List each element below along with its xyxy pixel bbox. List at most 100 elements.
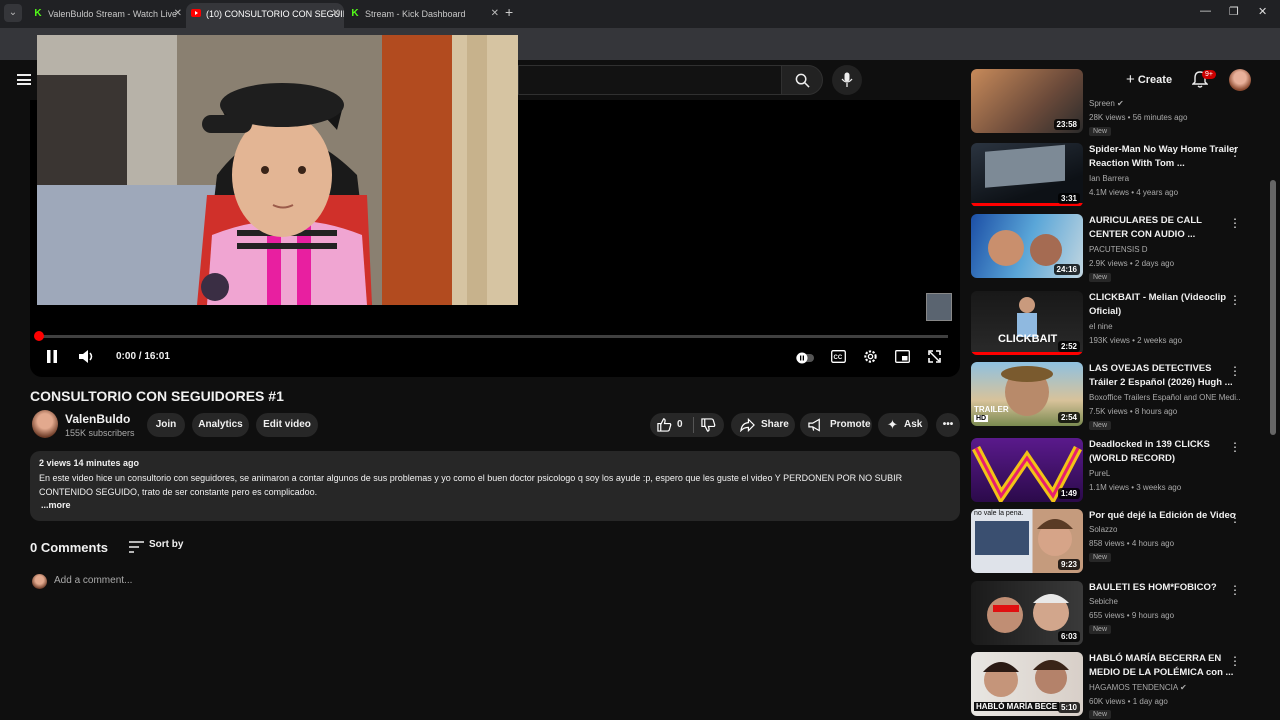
- video-thumbnail[interactable]: 23:58: [971, 69, 1083, 133]
- miniplayer-icon: [895, 350, 910, 363]
- tab-kick-stream[interactable]: K ValenBuldo Stream - Watch Live ✕: [28, 3, 186, 28]
- new-badge: New: [1089, 553, 1112, 562]
- fullscreen-button[interactable]: [928, 350, 941, 368]
- search-button[interactable]: [781, 65, 823, 95]
- close-icon[interactable]: ✕: [491, 3, 499, 25]
- pause-button[interactable]: [46, 350, 58, 368]
- rec-channel[interactable]: PureL: [1089, 469, 1110, 478]
- more-vertical-icon[interactable]: ⋮: [1229, 216, 1241, 230]
- promote-button[interactable]: Promote: [800, 413, 872, 437]
- rec-title[interactable]: CLICKBAIT - Melian (Videoclip Oficial): [1089, 291, 1241, 319]
- recommendation-item[interactable]: TRAILER HD 2:54 LAS OVEJAS DETECTIVES Tr…: [971, 362, 1251, 430]
- miniplayer-button[interactable]: [895, 350, 910, 368]
- sort-icon[interactable]: [129, 540, 144, 558]
- recommendation-item[interactable]: CLICKBAIT 2:52 CLICKBAIT - Melian (Video…: [971, 291, 1251, 357]
- end-screen-thumbnail[interactable]: [926, 293, 952, 321]
- new-badge: New: [1089, 625, 1112, 634]
- tab-youtube-video[interactable]: (10) CONSULTORIO CON SEGUIDORES #1 ✕: [186, 3, 344, 28]
- video-thumbnail[interactable]: no vale la pena. 9:23: [971, 509, 1083, 573]
- share-label: Share: [761, 419, 789, 430]
- rec-channel[interactable]: PACUTENSIS D: [1089, 245, 1148, 254]
- channel-avatar[interactable]: [32, 410, 58, 438]
- comment-user-avatar: [32, 574, 47, 589]
- rec-title[interactable]: LAS OVEJAS DETECTIVES Tráiler 2 Español …: [1089, 362, 1241, 390]
- autoplay-toggle[interactable]: [796, 351, 814, 369]
- tab-search-button[interactable]: ⌄: [4, 4, 22, 22]
- thumbnail-text: no vale la pena.: [974, 510, 1024, 517]
- close-icon[interactable]: ✕: [174, 3, 182, 25]
- channel-name[interactable]: ValenBuldo: [65, 412, 130, 426]
- recommendation-item[interactable]: HABLÓ MARÍA BECE 5:10 HABLÓ MARÍA BECERR…: [971, 652, 1251, 719]
- window-close-icon[interactable]: ✕: [1258, 5, 1267, 18]
- account-avatar[interactable]: [1229, 69, 1251, 91]
- video-thumbnail[interactable]: 3:31: [971, 143, 1083, 207]
- rec-channel[interactable]: Sebiche: [1089, 597, 1118, 606]
- video-thumbnail[interactable]: CLICKBAIT 2:52: [971, 291, 1083, 355]
- search-input[interactable]: [518, 65, 781, 95]
- sort-by-button[interactable]: Sort by: [149, 539, 183, 550]
- new-tab-button[interactable]: +: [505, 4, 513, 20]
- more-vertical-icon[interactable]: ⋮: [1229, 511, 1241, 525]
- recommendation-item[interactable]: 6:03 BAULETI ES HOM*FOBICO? Sebiche 655 …: [971, 581, 1251, 647]
- recommendation-item[interactable]: 24:16 AURICULARES DE CALL CENTER CON AUD…: [971, 214, 1251, 282]
- rec-channel[interactable]: Ian Barrera: [1089, 174, 1129, 183]
- more-vertical-icon[interactable]: ⋮: [1229, 145, 1241, 159]
- rec-channel[interactable]: el nine: [1089, 322, 1113, 331]
- progress-scrubber[interactable]: [34, 331, 44, 341]
- video-thumbnail[interactable]: 1:49: [971, 438, 1083, 502]
- dislike-button[interactable]: [701, 418, 716, 438]
- recommendation-item[interactable]: 3:31 Spider-Man No Way Home Trailer Reac…: [971, 143, 1251, 209]
- search-icon: [795, 73, 810, 88]
- video-thumbnail[interactable]: HABLÓ MARÍA BECE 5:10: [971, 652, 1083, 716]
- restore-icon[interactable]: ❐: [1229, 5, 1239, 18]
- create-button[interactable]: + Create: [1120, 67, 1180, 93]
- recommendation-item[interactable]: 1:49 Deadlocked in 139 CLICKS (WORLD REC…: [971, 438, 1251, 504]
- rec-title[interactable]: Por qué dejé la Edición de Video: [1089, 509, 1241, 523]
- more-vertical-icon[interactable]: ⋮: [1229, 364, 1241, 378]
- captions-button[interactable]: CC: [831, 350, 846, 368]
- duration-badge: 2:52: [1057, 341, 1080, 352]
- more-vertical-icon[interactable]: ⋮: [1229, 440, 1241, 454]
- rec-title[interactable]: HABLÓ MARÍA BECERRA EN MEDIO DE LA POLÉM…: [1089, 652, 1241, 680]
- rec-title[interactable]: AURICULARES DE CALL CENTER CON AUDIO ...: [1089, 214, 1241, 242]
- add-comment-input[interactable]: Add a comment...: [54, 575, 132, 586]
- description-more-link[interactable]: ...more: [41, 500, 71, 510]
- edit-video-button[interactable]: Edit video: [256, 413, 318, 437]
- comments-count: 0 Comments: [30, 540, 109, 555]
- close-icon[interactable]: ✕: [332, 3, 340, 25]
- rec-title[interactable]: Deadlocked in 139 CLICKS (WORLD RECORD): [1089, 438, 1241, 466]
- video-thumbnail[interactable]: 6:03: [971, 581, 1083, 645]
- analytics-button[interactable]: Analytics: [192, 413, 249, 437]
- settings-button[interactable]: [863, 349, 878, 369]
- time-display: 0:00 / 16:01: [116, 351, 170, 362]
- rec-channel[interactable]: Solazzo: [1089, 525, 1117, 534]
- captions-icon: CC: [831, 350, 846, 363]
- duration-badge: 1:49: [1057, 488, 1080, 499]
- video-thumbnail[interactable]: TRAILER HD 2:54: [971, 362, 1083, 426]
- description-meta: 2 views 14 minutes ago: [39, 458, 140, 468]
- more-actions-button[interactable]: •••: [936, 413, 960, 437]
- ask-button[interactable]: ✦ Ask: [878, 413, 928, 437]
- menu-icon[interactable]: [17, 74, 31, 85]
- minimize-icon[interactable]: —: [1200, 5, 1211, 17]
- volume-button[interactable]: [79, 349, 95, 369]
- scrollbar-thumb[interactable]: [1270, 180, 1276, 435]
- like-button[interactable]: [657, 417, 672, 437]
- more-vertical-icon[interactable]: ⋮: [1229, 654, 1241, 668]
- progress-bar[interactable]: [38, 335, 948, 338]
- tab-kick-dashboard[interactable]: K Stream - Kick Dashboard ✕: [345, 3, 503, 28]
- video-thumbnail[interactable]: 24:16: [971, 214, 1083, 278]
- join-button[interactable]: Join: [147, 413, 185, 437]
- rec-channel[interactable]: Boxoffice Trailers Español and ONE Medi.…: [1089, 393, 1241, 402]
- gear-icon: [864, 350, 877, 363]
- more-vertical-icon[interactable]: ⋮: [1229, 583, 1241, 597]
- video-title: CONSULTORIO CON SEGUIDORES #1: [30, 388, 284, 404]
- recommendation-item[interactable]: no vale la pena. 9:23 Por qué dejé la Ed…: [971, 509, 1251, 575]
- rec-title[interactable]: BAULETI ES HOM*FOBICO?: [1089, 581, 1241, 595]
- rec-channel[interactable]: Spreen ✔: [1089, 99, 1124, 108]
- rec-title[interactable]: Spider-Man No Way Home Trailer Reaction …: [1089, 143, 1241, 171]
- voice-search-button[interactable]: [832, 65, 862, 95]
- share-button[interactable]: Share: [731, 413, 795, 437]
- more-vertical-icon[interactable]: ⋮: [1229, 293, 1241, 307]
- rec-channel[interactable]: HAGAMOS TENDENCIA ✔: [1089, 683, 1187, 692]
